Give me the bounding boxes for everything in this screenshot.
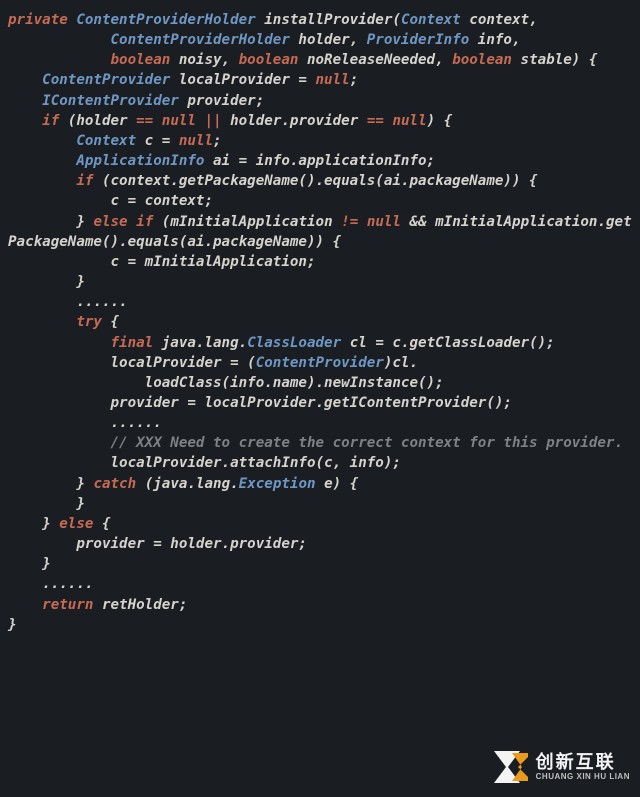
txt: } <box>8 617 17 633</box>
txt <box>128 214 137 230</box>
type: ContentProviderHolder <box>111 32 290 48</box>
type: ContentProviderHolder <box>76 12 255 28</box>
txt: } <box>8 274 85 290</box>
txt: )cl. <box>384 355 418 371</box>
kw-return: return <box>42 597 93 613</box>
type: ProviderInfo <box>367 32 470 48</box>
txt: { <box>102 314 119 330</box>
txt: localProvider = ( <box>8 355 256 371</box>
kw: boolean <box>239 52 299 68</box>
type: Context <box>401 12 461 28</box>
type: Exception <box>239 476 316 492</box>
watermark: 创新互联 CHUANG XIN HU LIAN <box>490 747 630 787</box>
txt: } <box>8 556 51 572</box>
txt <box>153 113 162 129</box>
watermark-logo-icon <box>490 747 530 787</box>
kw-if: if <box>136 214 153 230</box>
txt: (context.getPackageName().equals(ai.pack… <box>93 173 537 189</box>
txt: } <box>8 496 85 512</box>
txt: ...... <box>8 415 162 431</box>
kw-if: if <box>42 113 59 129</box>
txt <box>8 72 42 88</box>
watermark-en: CHUANG XIN HU LIAN <box>536 773 630 781</box>
op: != <box>341 214 358 230</box>
op: == <box>136 113 153 129</box>
txt <box>8 93 42 109</box>
txt <box>8 173 76 189</box>
txt: e) { <box>316 476 359 492</box>
txt: loadClass(info.name).newInstance(); <box>8 375 444 391</box>
txt <box>8 32 111 48</box>
txt <box>196 113 205 129</box>
txt: (holder <box>59 113 136 129</box>
txt: localProvider = <box>170 72 315 88</box>
txt: ) { <box>427 113 453 129</box>
txt: provider = localProvider.getIContentProv… <box>8 395 512 411</box>
txt: c = mInitialApplication; <box>8 254 316 270</box>
txt: (java.lang. <box>136 476 239 492</box>
txt: noisy, <box>170 52 238 68</box>
type: ContentProvider <box>256 355 384 371</box>
watermark-cn: 创新互联 <box>536 753 630 771</box>
null: null <box>392 113 426 129</box>
type: ContentProvider <box>42 72 170 88</box>
op: == <box>367 113 384 129</box>
kw-catch: catch <box>93 476 136 492</box>
txt: localProvider.attachInfo(c, info); <box>8 455 401 471</box>
txt: } <box>8 516 59 532</box>
kw-else: else <box>59 516 93 532</box>
type: Context <box>76 133 136 149</box>
txt <box>8 314 76 330</box>
txt: installProvider( <box>256 12 401 28</box>
txt <box>8 435 111 451</box>
txt: } <box>8 214 93 230</box>
txt: java.lang. <box>153 335 247 351</box>
txt <box>8 113 42 129</box>
txt: c = context; <box>8 193 213 209</box>
txt: retHolder; <box>93 597 187 613</box>
txt: ; <box>213 133 222 149</box>
code-block: private ContentProviderHolder installPro… <box>8 10 632 635</box>
txt: context, <box>461 12 538 28</box>
kw-try: try <box>76 314 102 330</box>
op: || <box>205 113 222 129</box>
null: null <box>162 113 196 129</box>
txt: info, <box>469 32 520 48</box>
kw-else: else <box>93 214 127 230</box>
txt <box>8 597 42 613</box>
kw: boolean <box>111 52 171 68</box>
txt: c = <box>136 133 179 149</box>
txt: noReleaseNeeded, <box>298 52 452 68</box>
txt <box>8 133 76 149</box>
null: null <box>179 133 213 149</box>
txt: ...... <box>8 294 128 310</box>
txt: (mInitialApplication <box>153 214 341 230</box>
txt: } <box>8 476 93 492</box>
txt: ...... <box>8 576 93 592</box>
type: ClassLoader <box>247 335 341 351</box>
txt <box>358 214 367 230</box>
null: null <box>316 72 350 88</box>
kw-if: if <box>76 173 93 189</box>
kw-final: final <box>111 335 154 351</box>
txt: { <box>93 516 110 532</box>
txt: ai = info.applicationInfo; <box>204 153 435 169</box>
txt: cl = c.getClassLoader(); <box>341 335 555 351</box>
txt <box>8 52 111 68</box>
txt: stable) { <box>512 52 597 68</box>
type: IContentProvider <box>42 93 179 109</box>
kw: boolean <box>452 52 512 68</box>
null: null <box>367 214 401 230</box>
txt: holder, <box>290 32 367 48</box>
txt: ; <box>350 72 359 88</box>
txt: holder.provider <box>222 113 367 129</box>
txt <box>8 335 111 351</box>
kw-private: private <box>8 12 68 28</box>
txt: provider; <box>179 93 264 109</box>
type: ApplicationInfo <box>76 153 204 169</box>
txt <box>8 153 76 169</box>
comment: // XXX Need to create the correct contex… <box>111 435 624 451</box>
watermark-text: 创新互联 CHUANG XIN HU LIAN <box>536 753 630 781</box>
txt: provider = holder.provider; <box>8 536 307 552</box>
